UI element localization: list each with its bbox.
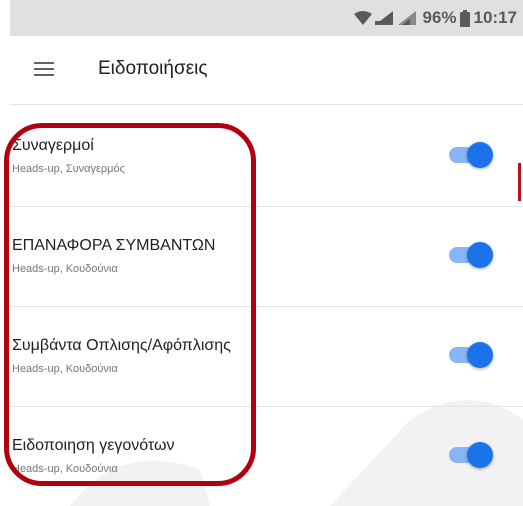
clock: 10:17 xyxy=(473,8,517,27)
signal-icon xyxy=(375,11,395,25)
wifi-icon xyxy=(354,11,373,25)
arm-disarm-toggle[interactable] xyxy=(449,342,493,368)
alarms-toggle[interactable] xyxy=(449,142,493,168)
app-bar: Ειδοποιήσεις xyxy=(0,36,523,104)
event-notification-toggle[interactable] xyxy=(449,442,493,468)
event-restore-toggle[interactable] xyxy=(449,242,493,268)
notification-settings-screen: 96% 10:17 Ειδοποιήσεις Συναγερμοί Heads-… xyxy=(0,0,523,506)
row-title: Συμβάντα Οπλισης/Αφόπλισης xyxy=(12,337,231,354)
notification-row-event-restore[interactable]: ΕΠΑΝΑΦΟΡΑ ΣΥΜΒΑΝΤΩΝ Heads-up, Κουδούνια xyxy=(0,207,523,307)
notification-row-event-notification[interactable]: Ειδοποιηση γεγονότων Heads-up, Κουδούνια xyxy=(0,407,523,506)
page-title: Ειδοποιήσεις xyxy=(98,58,208,79)
menu-icon[interactable] xyxy=(34,62,54,76)
battery-icon xyxy=(459,9,470,27)
scroll-indicator xyxy=(518,163,521,201)
notification-row-alarms[interactable]: Συναγερμοί Heads-up, Συναγερμός xyxy=(0,107,523,207)
toggle-thumb xyxy=(467,342,493,368)
toggle-thumb xyxy=(467,242,493,268)
row-title: Ειδοποιηση γεγονότων xyxy=(12,437,175,454)
row-title: ΕΠΑΝΑΦΟΡΑ ΣΥΜΒΑΝΤΩΝ xyxy=(12,237,216,254)
row-title: Συναγερμοί xyxy=(12,137,94,154)
divider xyxy=(10,104,523,105)
row-subtitle: Heads-up, Κουδούνια xyxy=(12,263,118,275)
status-bar: 96% 10:17 xyxy=(10,0,523,36)
row-subtitle: Heads-up, Κουδούνια xyxy=(12,363,118,375)
battery-percent: 96% xyxy=(422,8,457,27)
notification-row-arm-disarm[interactable]: Συμβάντα Οπλισης/Αφόπλισης Heads-up, Κου… xyxy=(0,307,523,407)
row-subtitle: Heads-up, Συναγερμός xyxy=(12,163,125,175)
row-subtitle: Heads-up, Κουδούνια xyxy=(12,463,118,475)
toggle-thumb xyxy=(467,442,493,468)
toggle-thumb xyxy=(467,142,493,168)
signal-icon xyxy=(398,11,418,25)
